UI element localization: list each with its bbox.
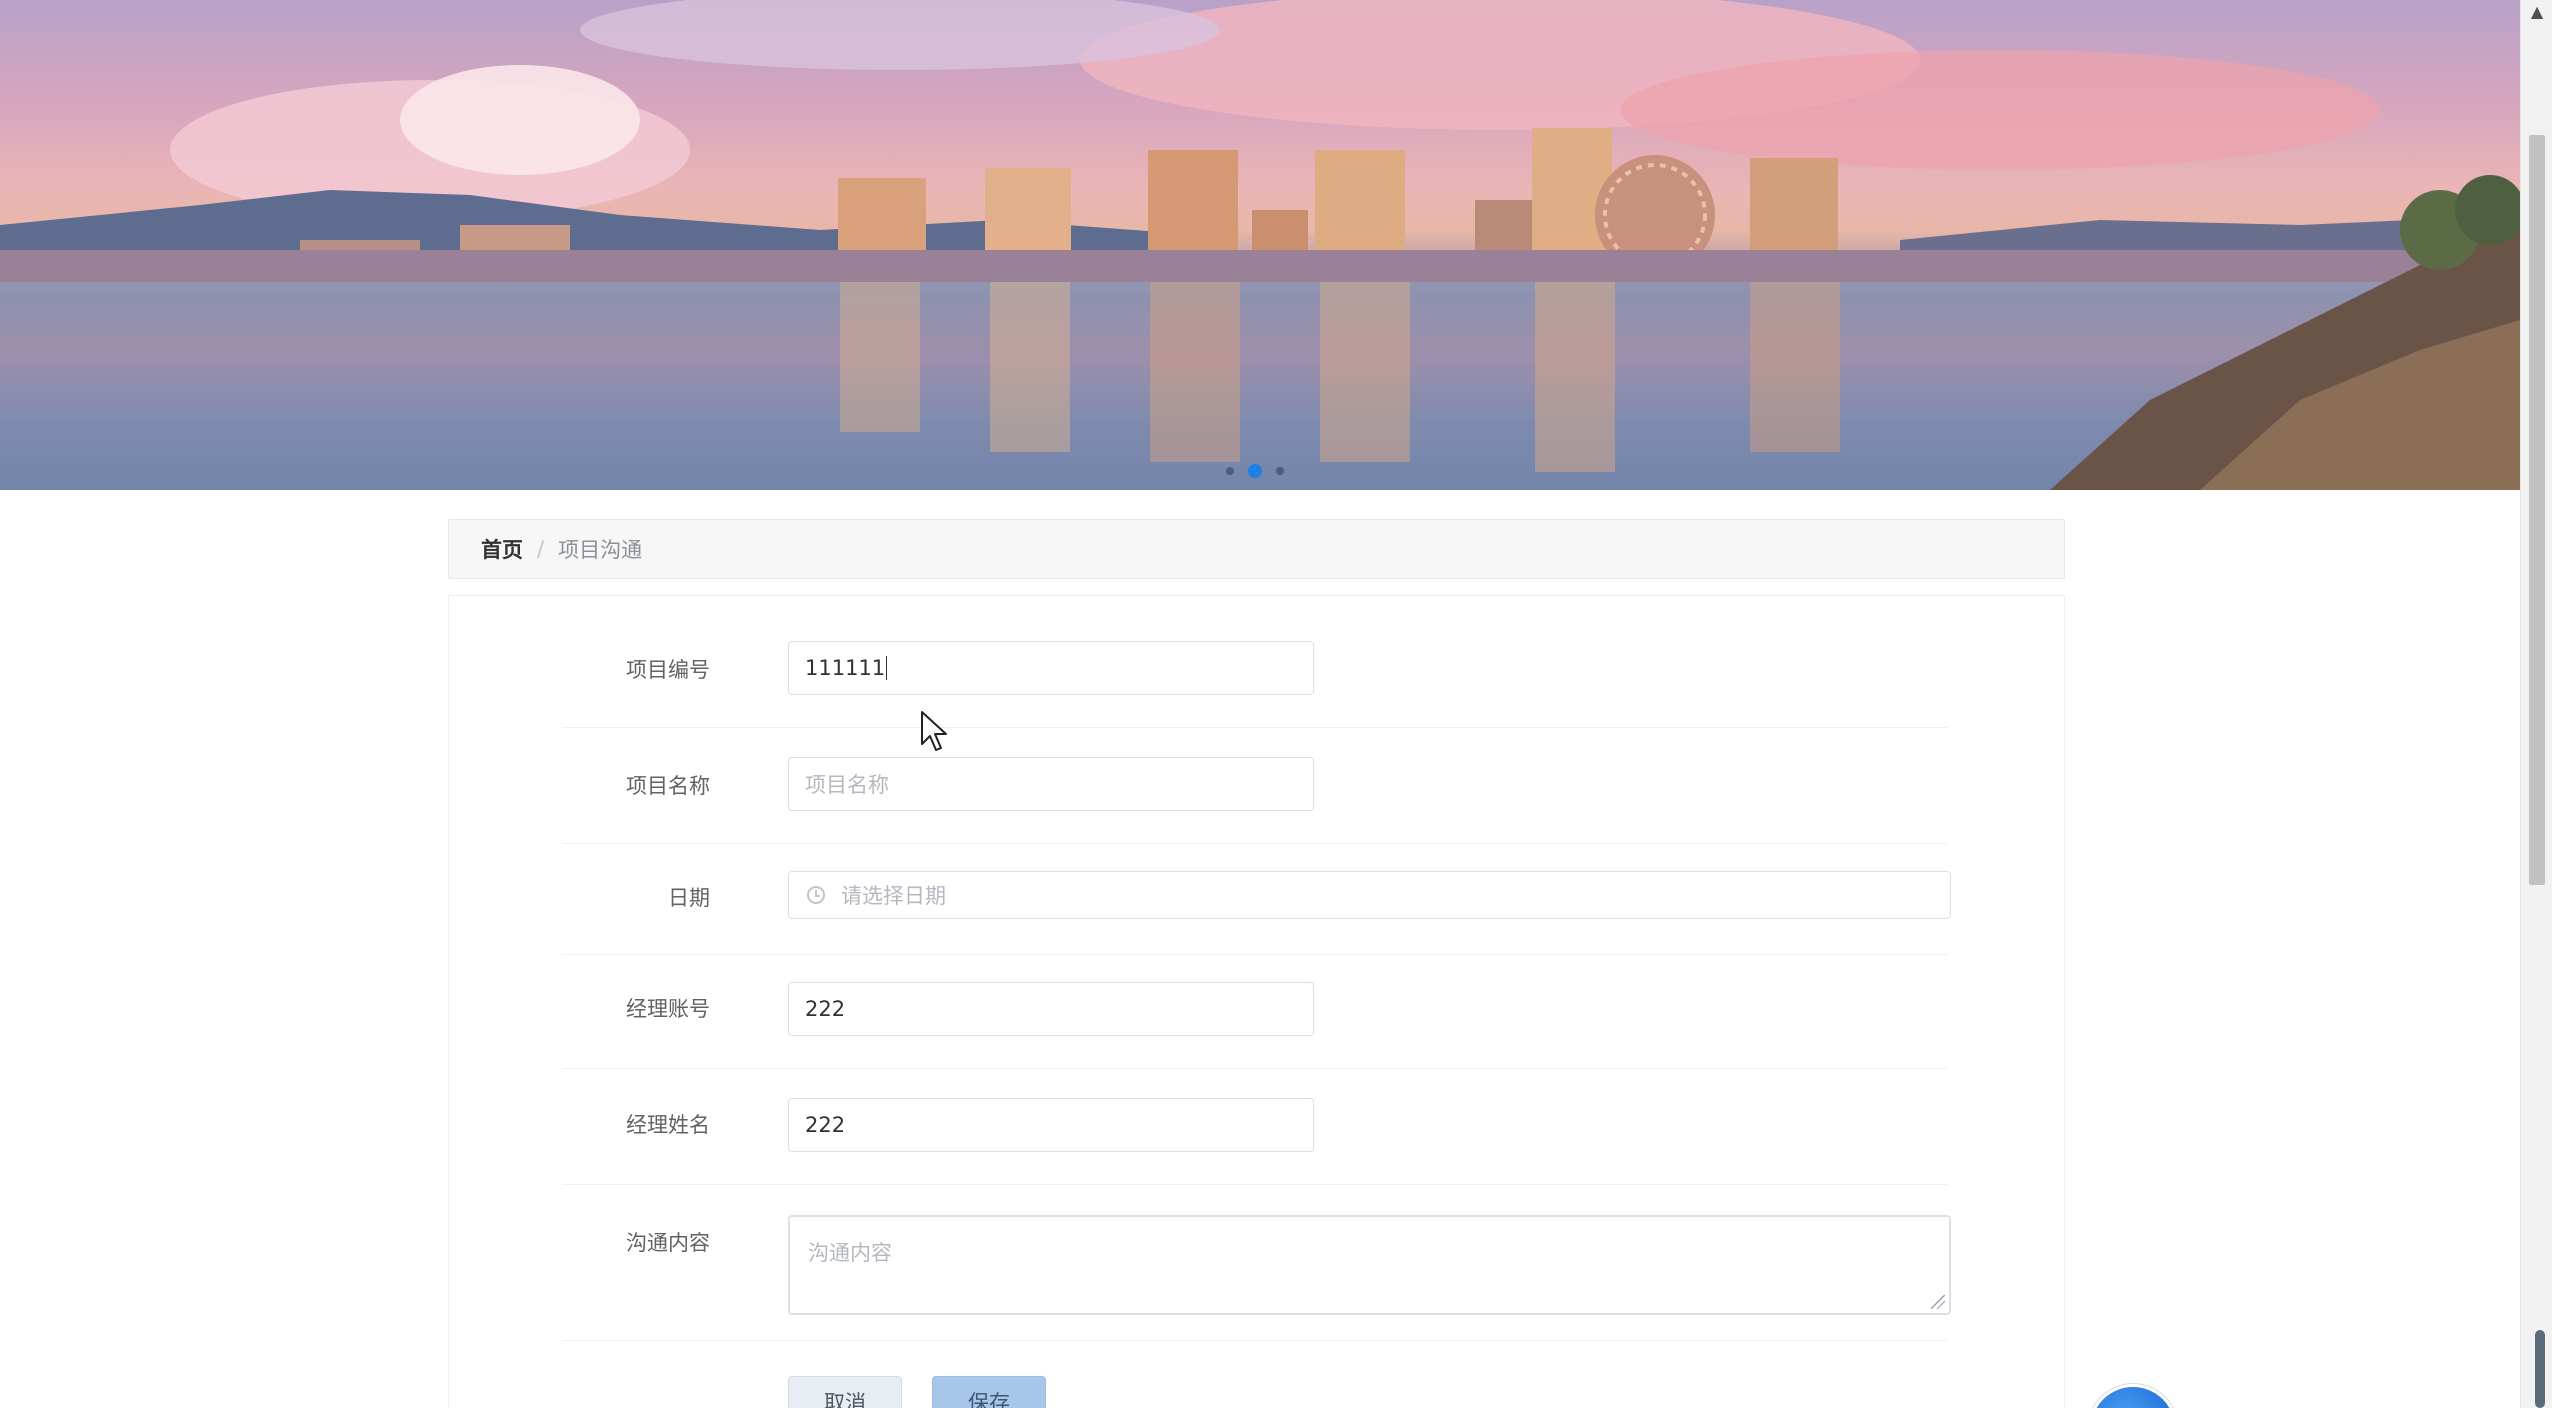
date-label: 日期 — [668, 886, 710, 910]
scrollbar-thumb-secondary[interactable] — [2535, 1330, 2545, 1408]
save-button[interactable]: 保存 — [932, 1376, 1046, 1408]
form-row-manager-account: 经理账号 222 — [562, 955, 1948, 1069]
project-name-input[interactable]: 项目名称 — [788, 757, 1314, 811]
breadcrumb-current: 项目沟通 — [558, 538, 643, 562]
manager-account-value: 222 — [805, 997, 846, 1021]
manager-name-input[interactable]: 222 — [788, 1098, 1314, 1152]
content-placeholder: 沟通内容 — [808, 1241, 892, 1265]
form-row-content: 沟通内容 沟通内容 — [562, 1185, 1951, 1341]
content-textarea[interactable]: 沟通内容 — [788, 1215, 1951, 1315]
project-number-input[interactable]: 111111 — [788, 641, 1314, 695]
floating-action-button[interactable] — [2088, 1384, 2178, 1408]
cityscape-image — [0, 0, 2520, 490]
resize-grip-icon[interactable] — [1931, 1295, 1945, 1309]
mouse-cursor-icon — [921, 711, 947, 751]
hero-banner[interactable] — [0, 0, 2520, 490]
project-number-value: 111111 — [805, 656, 886, 680]
carousel-dot[interactable] — [1226, 467, 1234, 475]
cancel-button[interactable]: 取消 — [788, 1376, 902, 1408]
manager-account-label: 经理账号 — [626, 997, 710, 1021]
form-row-project-name: 项目名称 项目名称 — [562, 728, 1948, 844]
scroll-up-arrow-icon[interactable]: ▲ — [2527, 0, 2547, 24]
breadcrumb-separator: / — [537, 537, 545, 561]
page-scrollbar[interactable]: ▲ — [2520, 0, 2552, 1408]
text-caret — [886, 656, 888, 680]
carousel-dot-active[interactable] — [1248, 464, 1262, 478]
project-number-label: 项目编号 — [626, 658, 710, 682]
content-label: 沟通内容 — [626, 1231, 710, 1255]
clock-icon — [807, 886, 825, 904]
project-name-placeholder: 项目名称 — [805, 773, 889, 797]
manager-name-label: 经理姓名 — [626, 1113, 710, 1137]
page: ▲ 首页 / 项目沟通 项目编号 111111 项目名称 项目名称 日期 请选择… — [0, 0, 2552, 1408]
manager-name-value: 222 — [805, 1113, 846, 1137]
form-row-date: 日期 请选择日期 — [562, 844, 1951, 955]
project-communication-form: 项目编号 111111 项目名称 项目名称 日期 请选择日期 经理账号 222 — [448, 595, 2065, 1408]
form-row-manager-name: 经理姓名 222 — [562, 1069, 1948, 1185]
carousel-dot[interactable] — [1276, 467, 1284, 475]
project-name-label: 项目名称 — [626, 774, 710, 798]
manager-account-input[interactable]: 222 — [788, 982, 1314, 1036]
breadcrumb: 首页 / 项目沟通 — [448, 519, 2065, 579]
scrollbar-thumb[interactable] — [2529, 135, 2545, 885]
date-picker-input[interactable]: 请选择日期 — [788, 871, 1951, 919]
form-row-project-number: 项目编号 111111 — [562, 596, 1948, 728]
breadcrumb-home[interactable]: 首页 — [481, 534, 523, 564]
date-placeholder: 请选择日期 — [841, 884, 946, 908]
carousel-indicators — [1226, 464, 1284, 478]
